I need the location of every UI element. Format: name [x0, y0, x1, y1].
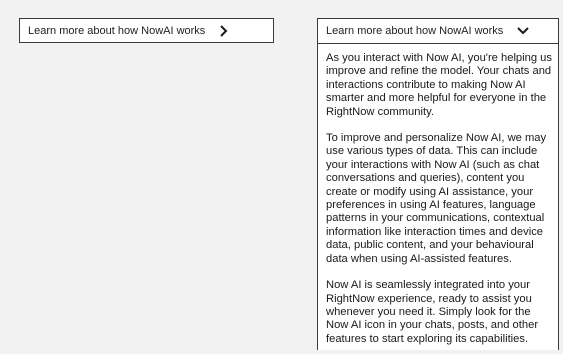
accordion-header[interactable]: Learn more about how NowAI works	[318, 19, 558, 44]
info-paragraph-2: To improve and personalize Now AI, we ma…	[326, 132, 547, 265]
accordion-title: Learn more about how NowAI works	[28, 24, 206, 37]
info-paragraph-1: As you interact with Now AI, you're help…	[326, 52, 552, 118]
accordion-expanded: Learn more about how NowAI works As you …	[317, 18, 559, 350]
info-paragraph-3: Now AI is seamlessly integrated into you…	[326, 279, 539, 345]
chevron-right-icon	[219, 24, 229, 37]
accordion-content: As you interact with Now AI, you're help…	[318, 44, 558, 346]
chevron-down-icon	[517, 26, 530, 36]
accordion-collapsed[interactable]: Learn more about how NowAI works	[19, 18, 274, 43]
accordion-title: Learn more about how NowAI works	[326, 25, 504, 37]
